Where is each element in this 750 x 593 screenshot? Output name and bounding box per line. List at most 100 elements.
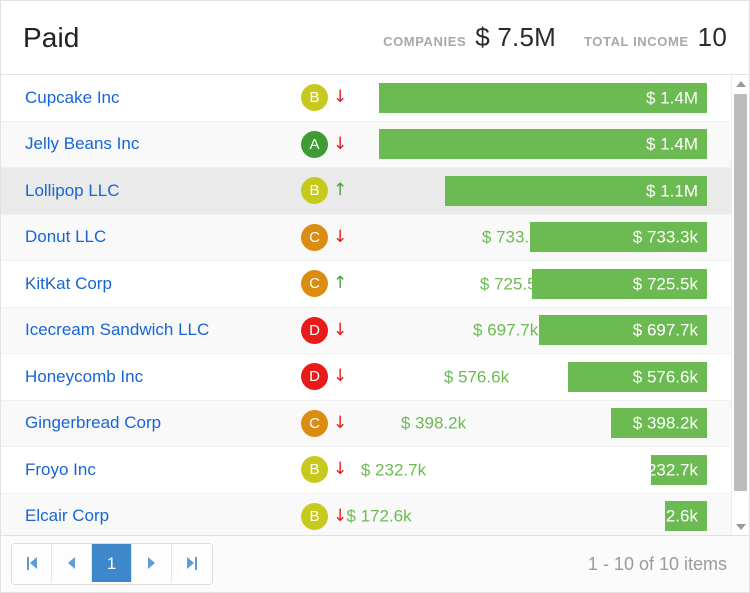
grid-body: Cupcake IncB↓$ 1.4M$ 1.4MJelly Beans Inc… — [1, 75, 749, 535]
income-bar-cell: $ 232.7k $ 232.7k — [361, 454, 732, 485]
income-bar-cell: $ 697.7k $ 697.7k — [379, 315, 732, 346]
pagination-next-button[interactable] — [132, 544, 172, 582]
company-name[interactable]: Gingerbread Corp — [1, 413, 301, 433]
trend-down-icon: ↓ — [333, 319, 348, 340]
table-row[interactable]: Gingerbread Corp C ↓ $ 398.2k $ 398.2k — [1, 400, 732, 447]
income-bar: $ 232.7k — [650, 454, 707, 485]
table-row[interactable]: Froyo IncB↓ $ 232.7k $ 232.7k — [1, 447, 732, 494]
rating-cell: A ↓ — [301, 130, 379, 158]
rating-badge: B — [301, 502, 328, 530]
rating-cell: C ↓ — [301, 223, 379, 251]
company-name[interactable]: Donut LLC — [1, 227, 301, 247]
widget-header: Paid COMPANIES $ 7.5M TOTAL INCOME 10 — [1, 1, 749, 75]
pagination-first-button[interactable] — [12, 544, 52, 582]
scrollbar-thumb[interactable] — [734, 94, 747, 491]
income-bar: $ 576.6k — [567, 361, 707, 392]
trend-down-icon: ↓ — [333, 87, 348, 108]
pagination-page-1[interactable]: 1 — [92, 544, 132, 582]
trend-up-icon: ↑ — [333, 273, 348, 294]
first-page-icon — [26, 556, 37, 570]
caret-down-icon — [735, 523, 746, 530]
last-page-icon — [187, 556, 197, 570]
bar-track: $ 1.4M$ 1.4M — [379, 129, 707, 160]
table-row[interactable]: Elcair CorpB↓$ 172.6k$ 172.6k — [1, 493, 732, 535]
company-name[interactable]: Honeycomb Inc — [1, 367, 301, 387]
bar-value-label: $ 1.1M — [646, 181, 698, 201]
bar-track: $ 697.7k $ 697.7k — [379, 315, 707, 346]
income-bar-cell: $ 733.3k $ 733.3k — [379, 222, 732, 253]
pagination-prev-button[interactable] — [52, 544, 92, 582]
company-name[interactable]: KitKat Corp — [1, 274, 301, 294]
company-name[interactable]: Cupcake Inc — [1, 88, 301, 108]
stat-companies: COMPANIES $ 7.5M — [383, 22, 556, 53]
row-list: Cupcake IncB↓$ 1.4M$ 1.4MJelly Beans Inc… — [1, 75, 732, 535]
trend-down-icon: ↓ — [333, 459, 348, 480]
paid-grid-widget: Paid COMPANIES $ 7.5M TOTAL INCOME 10 Cu… — [0, 0, 750, 593]
rating-cell: B ↓ — [301, 84, 379, 112]
bar-value-label: $ 232.7k — [650, 460, 698, 480]
bar-value-label: $ 697.7k — [632, 320, 698, 340]
company-name[interactable]: Icecream Sandwich LLC — [1, 320, 301, 340]
table-row[interactable]: Jelly Beans IncA↓$ 1.4M$ 1.4M — [1, 121, 732, 168]
vertical-scrollbar[interactable] — [731, 75, 749, 535]
pagination-info: 1 - 10 of 10 items — [587, 553, 727, 574]
table-row[interactable]: KitKat Corp C ↑ $ 725.5k $ 725.5k — [1, 261, 732, 308]
bar-value-label: $ 1.4M — [646, 134, 698, 154]
pagination-page-label: 1 — [106, 553, 117, 573]
income-bar-cell: $ 398.2k $ 398.2k — [379, 408, 732, 439]
trend-down-icon: ↓ — [333, 366, 348, 387]
income-bar: $ 1.4M — [379, 129, 707, 160]
rating-badge: A — [301, 130, 328, 158]
company-name[interactable]: Froyo Inc — [1, 460, 301, 480]
bar-track: $ 725.5k $ 725.5k — [379, 268, 707, 299]
trend-down-icon: ↓ — [333, 133, 348, 154]
bar-value-label-overflow: $ 172.6k — [346, 506, 412, 526]
income-bar: $ 733.3k — [529, 222, 707, 253]
trend-down-icon: ↓ — [333, 412, 348, 433]
trend-down-icon: ↓ — [333, 505, 348, 526]
stat-companies-label: COMPANIES — [383, 34, 467, 49]
scroll-up-button[interactable] — [732, 75, 749, 92]
bar-value-label: $ 725.5k — [632, 274, 698, 294]
table-row[interactable]: Donut LLC C ↓ $ 733.3k $ 733.3k — [1, 214, 732, 261]
grid-footer: 1 1 - 10 of 10 items — [1, 535, 749, 592]
rating-badge: B — [301, 177, 328, 205]
bar-value-label: $ 172.6k — [665, 506, 698, 526]
rating-badge: D — [301, 316, 328, 344]
income-bar-cell: $ 172.6k $ 172.6k — [346, 501, 732, 532]
trend-down-icon: ↓ — [333, 226, 348, 247]
rating-cell: C ↑ — [301, 270, 379, 298]
rating-cell: C ↓ — [301, 409, 379, 437]
bar-value-label-overflow: $ 576.6k — [443, 367, 510, 387]
income-bar-cell: $ 725.5k $ 725.5k — [379, 268, 732, 299]
rating-cell: D ↓ — [301, 363, 379, 391]
table-row[interactable]: Honeycomb Inc D ↓ $ 576.6k $ 576.6k — [1, 354, 732, 401]
bar-value-label-overflow: $ 697.7k — [473, 320, 539, 340]
bar-track: $ 576.6k $ 576.6k — [379, 361, 707, 392]
bar-value-label-overflow: $ 232.7k — [360, 460, 427, 480]
stat-total-income: TOTAL INCOME 10 — [584, 22, 727, 53]
income-bar: $ 398.2k — [610, 408, 707, 439]
table-row[interactable]: Lollipop LLCB↑$ 1.1M$ 1.1M — [1, 168, 732, 215]
bar-value-label: $ 398.2k — [632, 413, 698, 433]
income-bar-cell: $ 576.6k $ 576.6k — [379, 361, 732, 392]
bar-value-label: $ 576.6k — [632, 367, 698, 387]
company-name[interactable]: Lollipop LLC — [1, 181, 301, 201]
rating-badge: B — [301, 84, 328, 112]
caret-up-icon — [735, 80, 746, 87]
company-name[interactable]: Elcair Corp — [1, 506, 301, 526]
pagination: 1 — [11, 543, 213, 585]
bar-track: $ 398.2k $ 398.2k — [379, 408, 707, 439]
table-row[interactable]: Icecream Sandwich LLC D ↓ $ 697.7k $ 697.7k — [1, 307, 732, 354]
bar-track: $ 1.1M$ 1.1M — [379, 175, 707, 206]
income-bar-cell: $ 1.1M$ 1.1M — [379, 175, 732, 206]
table-row[interactable]: Cupcake IncB↓$ 1.4M$ 1.4M — [1, 75, 732, 122]
scroll-down-button[interactable] — [732, 518, 749, 535]
income-bar: $ 725.5k — [531, 268, 707, 299]
income-bar-cell: $ 1.4M$ 1.4M — [379, 82, 732, 113]
company-name[interactable]: Jelly Beans Inc — [1, 134, 301, 154]
stat-total-income-label: TOTAL INCOME — [583, 34, 689, 49]
income-bar: $ 1.1M — [444, 175, 707, 206]
income-bar: $ 1.4M — [379, 82, 707, 113]
pagination-last-button[interactable] — [172, 544, 212, 582]
